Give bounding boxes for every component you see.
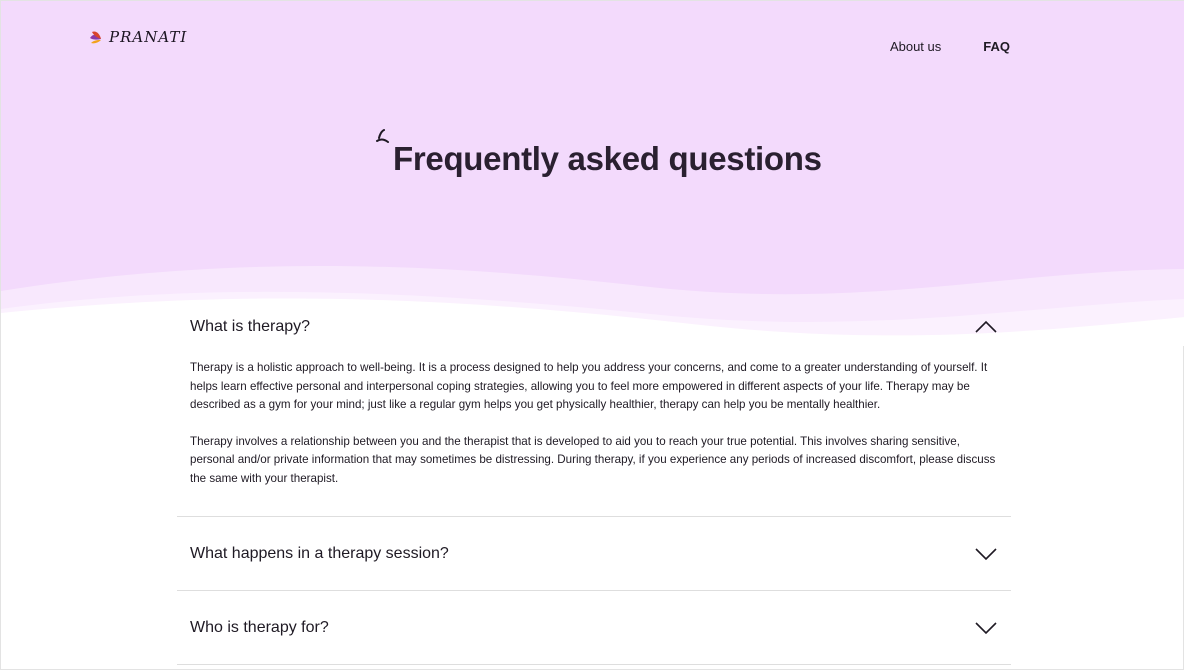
chevron-down-icon[interactable] xyxy=(974,547,998,561)
faq-question-toggle[interactable]: Who is therapy for? xyxy=(177,591,1011,664)
faq-list: What is therapy? Therapy is a holistic a… xyxy=(177,301,1011,665)
nav-link-about[interactable]: About us xyxy=(890,39,941,54)
chevron-up-icon[interactable] xyxy=(974,320,998,334)
faq-item: What is therapy? Therapy is a holistic a… xyxy=(177,301,1011,517)
faq-question: What happens in a therapy session? xyxy=(190,544,449,562)
faq-answer: Therapy is a holistic approach to well-b… xyxy=(177,353,1011,516)
page-title-group: Frequently asked questions xyxy=(375,128,822,178)
faq-question: Who is therapy for? xyxy=(190,618,329,636)
brand-name: PRANATI xyxy=(109,28,188,46)
flower-petals-icon xyxy=(90,31,101,44)
faq-item: Who is therapy for? xyxy=(177,591,1011,665)
nav-link-faq[interactable]: FAQ xyxy=(983,39,1010,54)
faq-answer-paragraph: Therapy is a holistic approach to well-b… xyxy=(190,361,988,411)
faq-answer-paragraph: Therapy involves a relationship between … xyxy=(190,434,996,485)
hero-section: PRANATI About us FAQ Frequently asked qu… xyxy=(1,1,1184,346)
chevron-down-icon[interactable] xyxy=(974,621,998,635)
brand-logo[interactable]: PRANATI xyxy=(89,29,187,47)
faq-question-toggle[interactable]: What happens in a therapy session? xyxy=(177,517,1011,590)
page-title: Frequently asked questions xyxy=(393,140,822,177)
faq-question: What is therapy? xyxy=(190,318,311,335)
faq-question-toggle[interactable]: What is therapy? xyxy=(177,301,1011,353)
sprout-mark-icon xyxy=(376,129,389,143)
faq-item: What happens in a therapy session? xyxy=(177,517,1011,591)
top-nav: About us FAQ xyxy=(890,39,1010,54)
